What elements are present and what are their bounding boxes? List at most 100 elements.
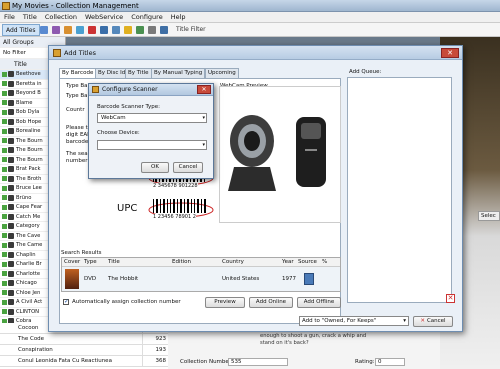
edit-icon[interactable] bbox=[40, 26, 48, 34]
auto-assign-checkbox[interactable] bbox=[63, 298, 69, 305]
add-queue-label: Add Queue: bbox=[349, 69, 382, 75]
scanner-type-select[interactable]: WebCam ▾ bbox=[97, 113, 207, 123]
search-line-1: The sea bbox=[66, 151, 88, 157]
ok-button[interactable]: OK bbox=[141, 162, 169, 173]
col-type[interactable]: Type bbox=[84, 258, 108, 266]
device-label: Choose Device: bbox=[97, 130, 140, 136]
add-queue-list[interactable] bbox=[347, 77, 452, 303]
col-year[interactable]: Year bbox=[282, 258, 298, 266]
delete-icon[interactable] bbox=[88, 26, 96, 34]
table-row[interactable]: DVD The Hobbit United States 1977 bbox=[62, 267, 340, 291]
menu-bar: File Title Collection WebService Configure He… bbox=[0, 12, 500, 23]
device-select[interactable]: ▾ bbox=[97, 140, 207, 150]
app-title: My Movies - Collection Management bbox=[12, 2, 139, 10]
tab-upcoming[interactable]: Upcoming bbox=[205, 68, 239, 78]
list-item-label: The Bourn bbox=[16, 156, 43, 163]
col-cover[interactable]: Cover bbox=[62, 258, 84, 266]
close-icon[interactable]: ✕ bbox=[441, 48, 459, 58]
tab-by-manual-typing[interactable]: By Manual Typing bbox=[151, 68, 206, 78]
disc-icon bbox=[8, 109, 14, 116]
result-year: 1977 bbox=[282, 276, 296, 282]
flag-icon bbox=[2, 290, 7, 296]
result-type: DVD bbox=[84, 276, 97, 282]
instruction-line-3: barcode bbox=[66, 139, 89, 145]
col-country[interactable]: Country bbox=[222, 258, 282, 266]
preview-button[interactable]: Preview bbox=[205, 297, 245, 308]
search-icon[interactable] bbox=[160, 26, 168, 34]
table-row[interactable]: The Code 923 bbox=[0, 334, 168, 345]
flag-icon bbox=[2, 71, 7, 77]
status-select[interactable]: Add to "Owned, For Keeps" ▾ bbox=[299, 316, 409, 326]
dialog-cancel-button[interactable]: ✕ Cancel bbox=[413, 316, 453, 327]
table-row[interactable]: Conul Leonida Fata Cu Reactiunea 368 bbox=[0, 356, 168, 367]
list-item-label: Chaplin bbox=[16, 251, 36, 258]
row-value: 923 bbox=[155, 336, 167, 342]
scanner-type-label: Barcode Scanner Type: bbox=[97, 104, 161, 110]
list-item-label: The Broth bbox=[16, 175, 42, 182]
menu-configure[interactable]: Configure bbox=[127, 12, 167, 22]
list-item-label: The Cave bbox=[16, 232, 41, 239]
disc-icon bbox=[8, 299, 14, 306]
country-label: Countr bbox=[66, 107, 85, 113]
list-item-label: A Civil Act bbox=[16, 299, 43, 306]
list-item-label: Beethove bbox=[16, 71, 41, 78]
chevron-down-icon: ▾ bbox=[202, 115, 205, 121]
disc-icon bbox=[8, 99, 14, 106]
scanner-dialog-title: Configure Scanner bbox=[102, 86, 158, 93]
disc-icon bbox=[8, 80, 14, 87]
disc-icon bbox=[8, 147, 14, 154]
close-icon[interactable]: ✕ bbox=[197, 85, 211, 94]
tab-by-disc-id[interactable]: By Disc Id bbox=[95, 68, 129, 78]
disc-icon bbox=[8, 242, 14, 249]
disc-icon bbox=[8, 118, 14, 125]
rating-field[interactable]: 0 bbox=[375, 358, 405, 366]
all-groups-label: All Groups bbox=[3, 39, 34, 46]
dialog-title: Add Titles bbox=[64, 49, 96, 57]
tab-by-barcode[interactable]: By Barcode bbox=[59, 68, 97, 78]
flag-icon bbox=[2, 138, 7, 144]
sync-icon[interactable] bbox=[52, 26, 60, 34]
flag-icon bbox=[2, 119, 7, 125]
select-button[interactable]: Selec bbox=[478, 211, 500, 221]
result-edition bbox=[172, 267, 222, 291]
stats-icon[interactable] bbox=[100, 26, 108, 34]
col-percent[interactable]: % bbox=[322, 258, 332, 266]
row-value: 368 bbox=[155, 358, 167, 364]
remove-queue-icon[interactable]: ✕ bbox=[446, 294, 455, 303]
add-offline-button[interactable]: Add Offline bbox=[297, 297, 341, 308]
flag-icon bbox=[2, 233, 7, 239]
menu-title[interactable]: Title bbox=[19, 12, 41, 22]
add-titles-button[interactable]: Add Titles bbox=[2, 24, 40, 36]
list-item-label: Brat Pack bbox=[16, 166, 41, 173]
add-online-button[interactable]: Add Online bbox=[249, 297, 293, 308]
disc-icon bbox=[8, 223, 14, 230]
print-icon[interactable] bbox=[112, 26, 120, 34]
list-item-label: Catch Me bbox=[16, 213, 41, 220]
collection-number-label: Collection Number: bbox=[180, 359, 233, 365]
menu-collection[interactable]: Collection bbox=[41, 12, 81, 22]
chevron-down-icon: ▾ bbox=[403, 318, 406, 324]
result-percent bbox=[322, 267, 332, 291]
picture-icon[interactable] bbox=[64, 26, 72, 34]
title-filter-label[interactable]: Title Filter bbox=[176, 26, 206, 33]
menu-file[interactable]: File bbox=[0, 12, 19, 22]
search-line-2: number bbox=[66, 158, 88, 164]
warning-icon[interactable] bbox=[124, 26, 132, 34]
list-item-label: Bob Hope bbox=[16, 118, 42, 125]
scanner-dialog-icon bbox=[92, 86, 99, 93]
menu-webservice[interactable]: WebService bbox=[81, 12, 127, 22]
flag-icon bbox=[2, 81, 7, 87]
col-edition[interactable]: Edition bbox=[172, 258, 222, 266]
lock-icon[interactable] bbox=[136, 26, 144, 34]
collection-number-field[interactable]: 535 bbox=[228, 358, 288, 366]
scanner-type-value: WebCam bbox=[101, 115, 126, 121]
col-title[interactable]: Title bbox=[108, 258, 172, 266]
camera-icon[interactable] bbox=[148, 26, 156, 34]
table-row[interactable]: Conspiration 193 bbox=[0, 345, 168, 356]
tab-by-title[interactable]: By Title bbox=[125, 68, 152, 78]
list-item-label: Beyond B bbox=[16, 90, 41, 97]
globe-icon[interactable] bbox=[76, 26, 84, 34]
scanner-cancel-button[interactable]: Cancel bbox=[173, 162, 203, 173]
menu-help[interactable]: Help bbox=[167, 12, 190, 22]
col-source[interactable]: Source bbox=[298, 258, 322, 266]
